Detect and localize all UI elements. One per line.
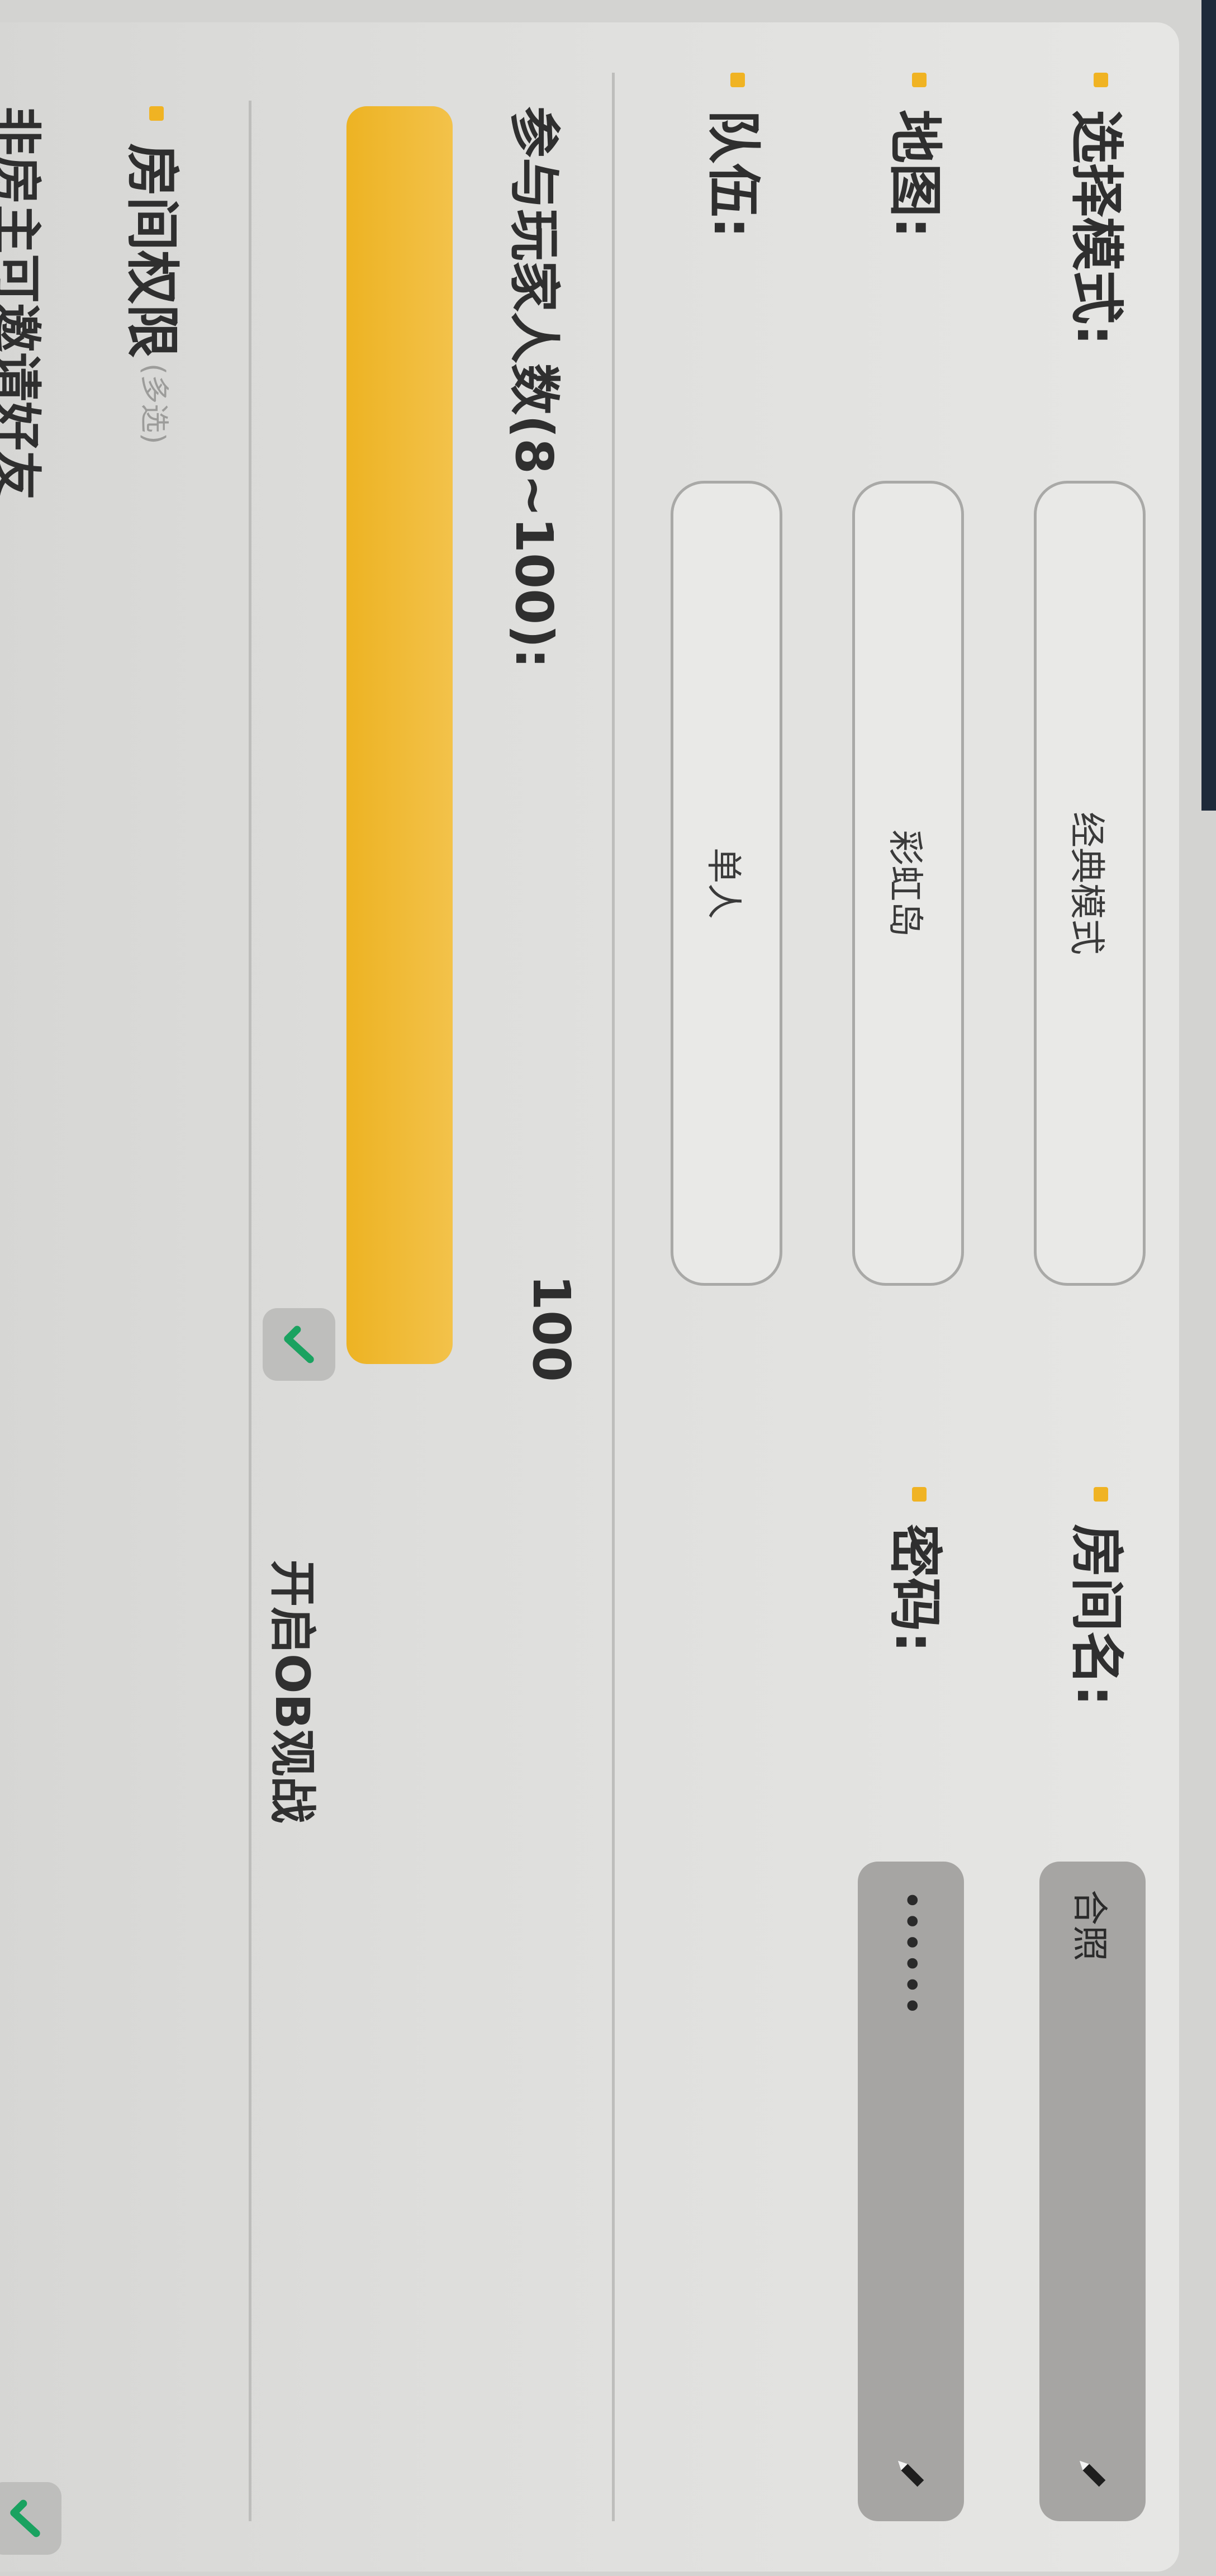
permissions-sublabel: (多选) (137, 363, 170, 444)
player-count-value: 100 (521, 1275, 581, 1382)
bullet-icon (912, 1487, 927, 1502)
bullet-icon (1094, 73, 1109, 87)
pencil-icon[interactable] (1073, 2454, 1112, 2493)
ob-spectate-checkbox[interactable] (263, 1308, 335, 1381)
ob-spectate-label: 开启OB观战 (265, 1560, 320, 1824)
divider (612, 73, 615, 2521)
player-count-label: 参与玩家人数(8~100): (504, 106, 564, 669)
bullet-icon (149, 106, 164, 121)
bullet-icon (912, 73, 927, 87)
map-label: 地图: (881, 73, 958, 238)
player-count-slider-fill[interactable] (346, 106, 453, 1364)
map-select[interactable]: 彩虹岛 (852, 481, 964, 1286)
mode-label: 选择模式: (1062, 73, 1140, 345)
room-settings-panel: 选择模式: 经典模式 房间名: 合照 地图: 彩虹岛 密码: •••••• 队伍… (0, 22, 1179, 2572)
pencil-icon[interactable] (891, 2454, 930, 2493)
screen: 选择模式: 经典模式 房间名: 合照 地图: 彩虹岛 密码: •••••• 队伍… (0, 0, 1216, 2576)
divider (249, 101, 251, 2521)
bullet-icon (1094, 1487, 1109, 1502)
player-count-slider[interactable] (346, 106, 453, 1364)
room-name-input[interactable]: 合照 (1039, 1862, 1146, 2521)
checkmark-icon (284, 1325, 314, 1363)
backdrop (1201, 0, 1216, 811)
mode-select[interactable]: 经典模式 (1034, 481, 1146, 1286)
team-select[interactable]: 单人 (671, 481, 782, 1286)
permission-option-checkbox[interactable] (0, 2482, 61, 2555)
password-label: 密码: (881, 1487, 958, 1652)
room-name-label: 房间名: (1062, 1487, 1140, 1706)
permission-option-label: 非房主可邀请好友 (0, 106, 45, 500)
permissions-label: 房间权限 (多选) (118, 106, 196, 444)
bullet-icon (730, 73, 745, 87)
team-label: 队伍: (699, 73, 777, 238)
checkmark-icon (10, 2499, 40, 2537)
password-input[interactable]: •••••• (858, 1862, 964, 2521)
